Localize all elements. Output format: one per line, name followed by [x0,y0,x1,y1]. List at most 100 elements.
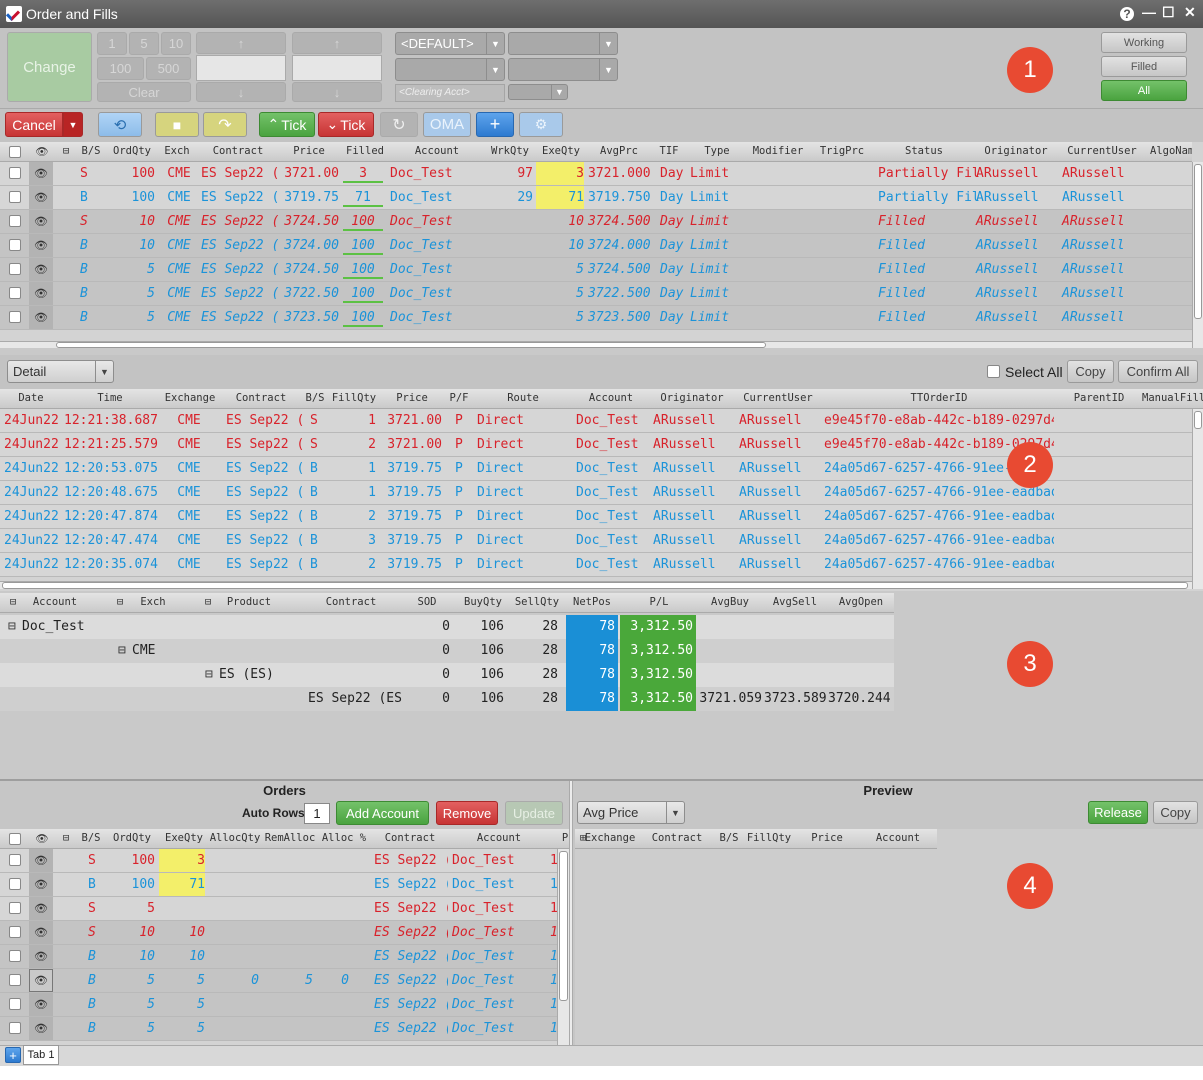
position-row[interactable]: ⊟ ES (ES) 0 106 28 78 3,312.50 [0,663,894,687]
col-exchange[interactable]: Exchange [160,392,220,404]
select-all-checkbox[interactable] [9,146,21,158]
preview-copy-button[interactable]: Copy [1153,801,1198,824]
col-avgbuy[interactable]: AvgBuy [700,596,760,608]
filter-all-button[interactable]: All [1101,80,1187,101]
col-bs[interactable]: B/S [302,392,328,404]
col-exchange[interactable]: Exchange [581,832,639,844]
refresh-icon[interactable]: ↻ [380,112,418,137]
fill-row[interactable]: 24Jun22 12:20:48.675 CME ES Sep22 (B 1 3719.7… [0,481,1192,505]
collapse-icon[interactable]: ⊟ [202,596,214,608]
row-checkbox[interactable] [9,215,21,227]
order-row[interactable]: 👁 S 100 CME ES Sep22 (3721.00 3 Doc_Test 97 3 372… [0,162,1192,186]
col-route[interactable]: Route [474,392,572,404]
col-fillqty[interactable]: FillQty [330,392,378,404]
col-date[interactable]: Date [2,392,60,404]
oma-button[interactable]: OMA [423,112,471,137]
col-algoname[interactable]: AlgoName [1150,145,1192,157]
cancel-dropdown-icon[interactable]: ▼ [63,112,83,137]
eye-icon[interactable]: 👁 [29,234,53,257]
col-buyqty[interactable]: BuyQty [458,596,508,608]
position-row[interactable]: ES Sep22 (ES 0 106 28 78 3,312.50 3721.059 3723… [0,687,894,711]
row-checkbox[interactable] [9,854,21,866]
col-p[interactable]: P [559,832,569,844]
eye-icon[interactable]: 👁 [29,162,53,185]
eye-icon[interactable]: 👁 [29,186,53,209]
trigger-up-icon[interactable]: ↑ [292,32,382,54]
col-exch[interactable]: Exch [128,596,178,608]
col-price[interactable]: Price [279,145,339,157]
clearing-account-field[interactable]: <Clearing Acct> [395,84,505,102]
row-checkbox[interactable] [9,167,21,179]
eye-icon[interactable]: 👁 [29,921,53,944]
col-pl[interactable]: P/L [622,596,696,608]
order-row[interactable]: 👁 S 10 CME ES Sep22 (3724.50 100 Doc_Test 10 372… [0,210,1192,234]
row-checkbox[interactable] [9,998,21,1010]
help-icon[interactable]: ? [1120,7,1134,21]
account-select[interactable]: <DEFAULT> ▼ [395,32,505,55]
price-up-icon[interactable]: ↑ [196,32,286,54]
col-avgopen[interactable]: AvgOpen [830,596,892,608]
fill-row[interactable]: 24Jun22 12:20:47.474 CME ES Sep22 (B 3 3719.7… [0,529,1192,553]
add-icon[interactable]: + [476,112,514,137]
cancel-button[interactable]: Cancel [5,112,63,137]
position-row[interactable]: ⊟ CME 0 106 28 78 3,312.50 [0,639,894,663]
fills-hscrollbar[interactable] [0,581,1192,589]
tick-down-button[interactable]: ⌄ Tick [318,112,374,137]
fill-row[interactable]: 24Jun22 12:21:38.687 CME ES Sep22 (S 1 3721.0… [0,409,1192,433]
preview-mode-select[interactable]: Avg Price ▼ [577,801,685,824]
close-icon[interactable]: ✕ [1184,4,1196,21]
extra-select[interactable]: ▼ [508,84,568,100]
row-checkbox[interactable] [9,974,21,986]
col-wrkqty[interactable]: WrkQty [487,145,533,157]
alloc-row[interactable]: 👁 S 100 3 ES Sep22 (Doc_Test 1 [0,849,557,873]
eye-icon[interactable]: 👁 [29,306,53,329]
remove-button[interactable]: Remove [436,801,498,825]
fill-row[interactable]: 24Jun22 12:20:35.074 CME ES Sep22 (B 2 3719.7… [0,553,1192,577]
price-down-icon[interactable]: ↓ [196,82,286,102]
eye-icon[interactable]: 👁 [29,969,53,992]
eye-icon[interactable]: 👁 [29,258,53,281]
col-account[interactable]: Account [574,392,648,404]
col-account[interactable]: Account [861,832,935,844]
row-checkbox[interactable] [9,902,21,914]
update-button[interactable]: Update [505,801,563,825]
alloc-row[interactable]: 👁 B 100 71 ES Sep22 (Doc_Test 1 [0,873,557,897]
eye-icon[interactable]: 👁 [29,282,53,305]
position-row[interactable]: ⊟ Doc_Test 0 106 28 78 3,312.50 [0,615,894,639]
alloc-row[interactable]: 👁 B 5 5 ES Sep22 (Doc_Test 1 [0,1017,557,1041]
col-allocqty[interactable]: AllocQty [209,832,261,844]
col-ttorderid[interactable]: TTOrderID [822,392,1056,404]
maximize-icon[interactable]: ☐ [1162,4,1175,21]
col-currentuser[interactable]: CurrentUser [736,392,820,404]
orders-hscrollbar[interactable] [0,341,1192,348]
eye-icon[interactable]: 👁 [29,210,53,233]
col-exeqty[interactable]: ExeQty [159,832,209,844]
row-checkbox[interactable] [9,239,21,251]
eye-icon[interactable]: 👁 [29,873,53,896]
history-icon[interactable]: ⟲ [98,112,142,137]
order-row[interactable]: 👁 B 5 CME ES Sep22 (3722.50 100 Doc_Test 5 3722.… [0,282,1192,306]
splitter[interactable] [569,781,573,1047]
alloc-vscrollbar[interactable] [557,849,569,1045]
row-checkbox[interactable] [9,287,21,299]
col-type[interactable]: Type [688,145,746,157]
col-netpos[interactable]: NetPos [566,596,618,608]
tick-up-button[interactable]: ⌃ Tick [259,112,315,137]
col-account[interactable]: Account [22,596,88,608]
alloc-row[interactable]: 👁 B 5 5 0 5 0 ES Sep22 (Doc_Test 1 [0,969,557,993]
add-tab-icon[interactable]: + [5,1047,21,1063]
select-all-checkbox[interactable] [9,833,21,845]
minimize-icon[interactable]: — [1142,4,1156,20]
filter-working-button[interactable]: Working [1101,32,1187,53]
qty-5-button[interactable]: 5 [129,32,159,55]
col-sellqty[interactable]: SellQty [512,596,562,608]
fills-view-select[interactable]: Detail ▼ [7,360,114,383]
collapse-icon[interactable]: ⊟ [60,145,72,157]
qty-1-button[interactable]: 1 [97,32,127,55]
col-alloc-pct[interactable]: Alloc % [319,832,369,844]
col-filled[interactable]: Filled [343,145,387,157]
col-sod[interactable]: SOD [400,596,454,608]
row-checkbox[interactable] [9,1022,21,1034]
col-product[interactable]: Product [216,596,282,608]
col-price[interactable]: Price [380,392,444,404]
